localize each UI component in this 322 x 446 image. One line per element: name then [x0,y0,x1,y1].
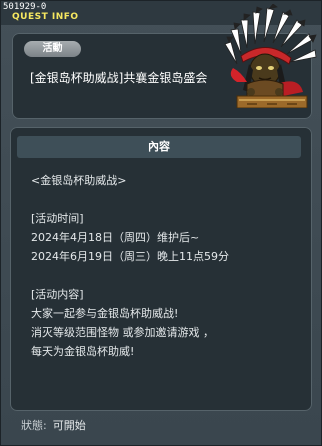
content-line: 2024年4月18日（周四）维护后~ [31,231,200,244]
content-line: 每天为金银岛杯助威! [31,345,135,358]
native-chief-npc-icon [224,4,317,108]
content-line: 大家一起参与金银岛杯助威战! [31,307,179,320]
quest-status: 狀態: 可開始 [21,419,86,433]
status-value: 可開始 [52,419,86,432]
quest-id: 501929-0 [3,2,47,12]
content-heading: 內容 [17,136,301,158]
window-title: QUEST INFO [12,12,79,22]
event-badge: 活動 [24,41,81,57]
content-line: [活动内容] [31,288,84,301]
quest-name: [金银岛杯助威战]共襄金银岛盛会 [30,71,208,85]
status-label: 狀態: [21,419,47,432]
quest-info-window: 501929-0 QUEST INFO 活動 [金银岛杯助威战]共襄金银岛盛会 [0,0,322,446]
content-line: [活动时间] [31,212,84,225]
content-panel: 內容 <金银岛杯助威战> [活动时间] 2024年4月18日（周四）维护后~ 2… [10,127,312,411]
content-body: <金银岛杯助威战> [活动时间] 2024年4月18日（周四）维护后~ 2024… [31,171,301,361]
content-line: 消灭等级范围怪物 或参加邀请游戏 ， [31,326,214,339]
content-line: <金银岛杯助威战> [31,174,127,187]
content-line: 2024年6月19日（周三）晚上11点59分 [31,250,229,263]
